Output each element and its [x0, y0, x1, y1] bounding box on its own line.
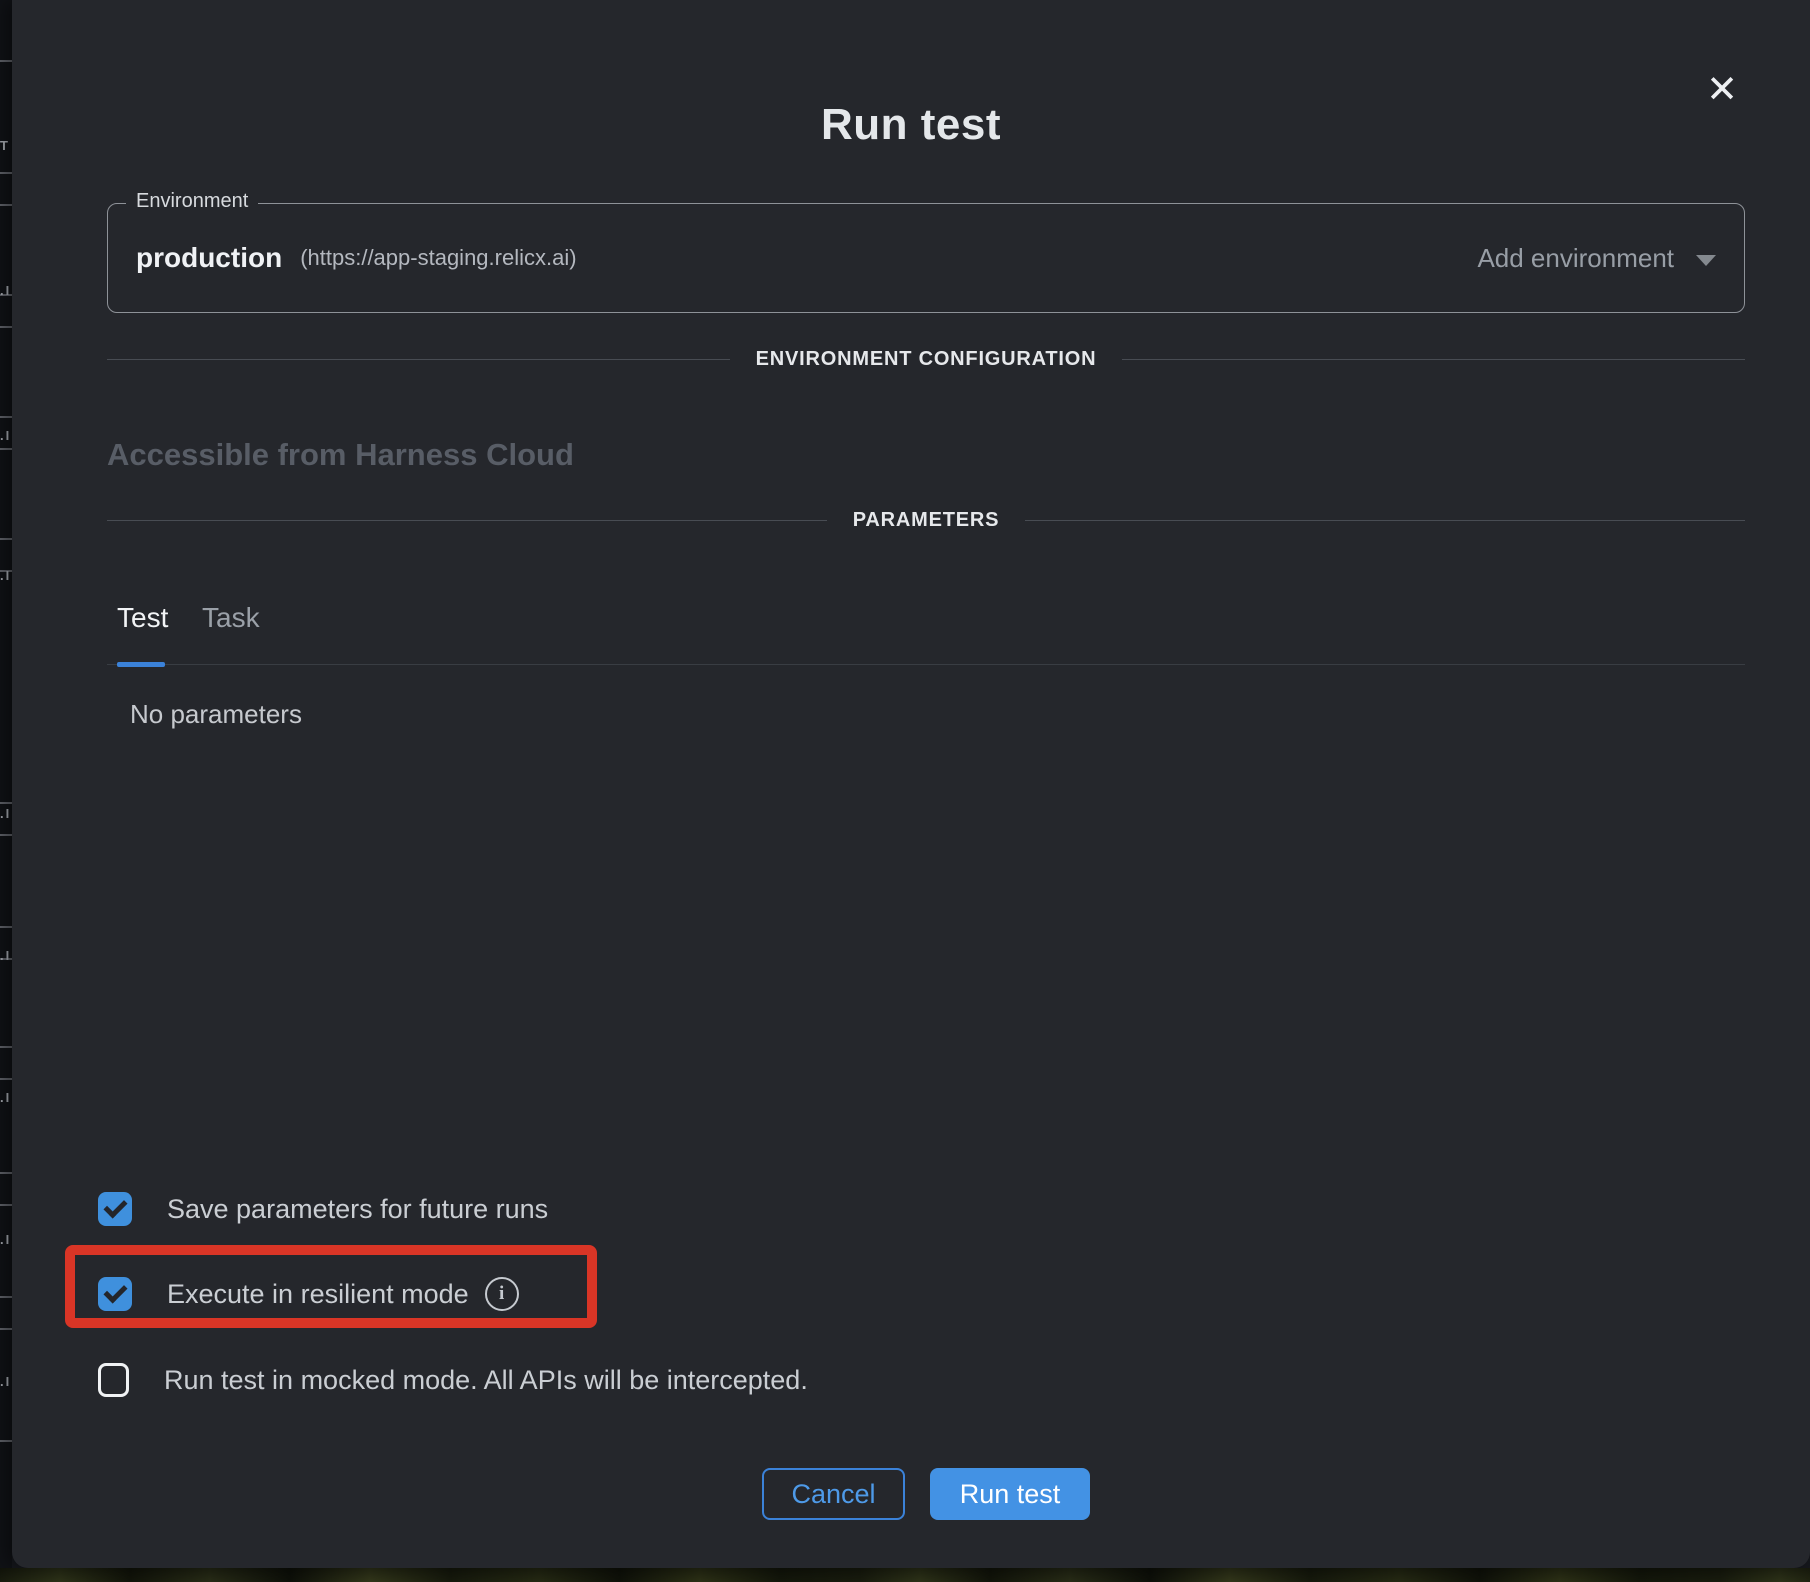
background-row-divider: [0, 1328, 12, 1330]
background-text-fragment: .Il: [0, 1232, 12, 1247]
cancel-button[interactable]: Cancel: [762, 1468, 905, 1520]
dialog-title: Run test: [12, 100, 1810, 150]
background-photo-strip: [0, 1568, 1810, 1582]
background-text-fragment: .Il: [0, 1090, 12, 1105]
save-parameters-checkbox[interactable]: [98, 1192, 132, 1226]
environment-configuration-header: ENVIRONMENT CONFIGURATION: [107, 348, 1745, 371]
parameters-header: PARAMETERS: [107, 509, 1745, 532]
chevron-down-icon: [1696, 255, 1716, 266]
background-row-divider: [0, 416, 12, 418]
background-text-fragment: .Il: [0, 428, 12, 443]
no-parameters-text: No parameters: [130, 699, 302, 730]
mocked-mode-row: Run test in mocked mode. All APIs will b…: [98, 1362, 808, 1398]
save-parameters-row: Save parameters for future runs: [98, 1191, 548, 1227]
tab-test[interactable]: Test: [117, 602, 168, 634]
add-environment-button[interactable]: Add environment: [1477, 243, 1716, 274]
background-row-divider: [0, 538, 12, 540]
save-parameters-label: Save parameters for future runs: [167, 1194, 548, 1225]
background-row-divider: [0, 204, 12, 206]
background-row-divider: [0, 60, 12, 62]
background-row-divider: [0, 448, 12, 450]
accessible-from-harness-cloud-text: Accessible from Harness Cloud: [107, 437, 574, 473]
background-text-fragment: .Il: [0, 568, 12, 583]
environment-name: production: [136, 242, 282, 274]
mocked-mode-checkbox[interactable]: [98, 1363, 129, 1397]
info-icon[interactable]: i: [485, 1277, 519, 1311]
background-text-fragment: .Il: [0, 283, 12, 298]
tab-task[interactable]: Task: [202, 602, 260, 634]
run-test-button[interactable]: Run test: [930, 1468, 1090, 1520]
parameters-tabbar: Test Task: [107, 594, 1745, 665]
background-row-divider: [0, 1440, 12, 1442]
background-text-fragment: .Il: [0, 1374, 12, 1389]
background-page-edge: T .Il .Il .Il .Il .Il .Il .Il .Il: [0, 0, 12, 1568]
background-row-divider: [0, 172, 12, 174]
divider-line: [1122, 359, 1745, 361]
resilient-mode-checkbox[interactable]: [98, 1277, 132, 1311]
parameters-title: PARAMETERS: [853, 509, 1000, 532]
background-row-divider: [0, 926, 12, 928]
background-row-divider: [0, 1172, 12, 1174]
background-row-divider: [0, 834, 12, 836]
background-row-divider: [0, 1046, 12, 1048]
background-row-divider: [0, 1204, 12, 1206]
background-text-fragment: T: [0, 138, 12, 153]
background-text-fragment: .Il: [0, 948, 12, 963]
resilient-mode-label: Execute in resilient mode: [167, 1279, 469, 1310]
divider-line: [107, 359, 730, 361]
background-row-divider: [0, 1078, 12, 1080]
environment-configuration-title: ENVIRONMENT CONFIGURATION: [756, 348, 1097, 371]
mocked-mode-label: Run test in mocked mode. All APIs will b…: [164, 1365, 808, 1396]
environment-select[interactable]: Environment production (https://app-stag…: [107, 203, 1745, 313]
add-environment-label: Add environment: [1477, 243, 1674, 274]
active-tab-indicator: [117, 662, 165, 667]
resilient-mode-row: Execute in resilient mode i: [98, 1276, 519, 1312]
background-row-divider: [0, 326, 12, 328]
background-row-divider: [0, 802, 12, 804]
run-test-dialog: ✕ Run test Environment production (https…: [12, 0, 1810, 1568]
environment-url: (https://app-staging.relicx.ai): [300, 245, 576, 271]
divider-line: [107, 520, 827, 522]
background-text-fragment: .Il: [0, 806, 12, 821]
background-row-divider: [0, 1296, 12, 1298]
divider-line: [1025, 520, 1745, 522]
